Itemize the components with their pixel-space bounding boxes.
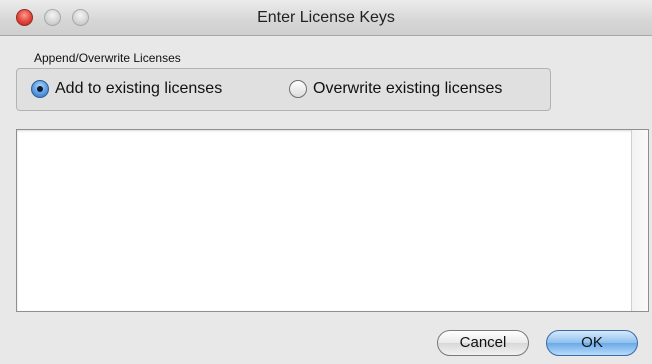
radio-selected-icon[interactable] (31, 80, 49, 98)
license-keys-input-area (16, 129, 649, 312)
radio-unselected-icon[interactable] (289, 80, 307, 98)
overwrite-existing-radio[interactable]: Overwrite existing licenses (289, 80, 502, 98)
zoom-icon[interactable] (72, 9, 89, 26)
add-to-existing-radio[interactable]: Add to existing licenses (31, 80, 222, 98)
license-dialog-window: Enter License Keys Append/Overwrite Lice… (0, 0, 652, 364)
cancel-button[interactable]: Cancel (437, 330, 529, 356)
append-overwrite-group: Add to existing licenses Overwrite exist… (16, 68, 551, 111)
add-to-existing-label[interactable]: Add to existing licenses (55, 80, 222, 98)
window-title: Enter License Keys (257, 9, 395, 26)
title-bar[interactable]: Enter License Keys (0, 0, 652, 36)
append-overwrite-group-label: Append/Overwrite Licenses (34, 51, 181, 65)
textarea-scrollbar[interactable] (631, 130, 648, 311)
ok-button[interactable]: OK (546, 330, 638, 356)
license-keys-textarea[interactable] (17, 130, 631, 311)
overwrite-existing-label[interactable]: Overwrite existing licenses (313, 80, 502, 98)
close-icon[interactable] (16, 9, 33, 26)
minimize-icon[interactable] (44, 9, 61, 26)
